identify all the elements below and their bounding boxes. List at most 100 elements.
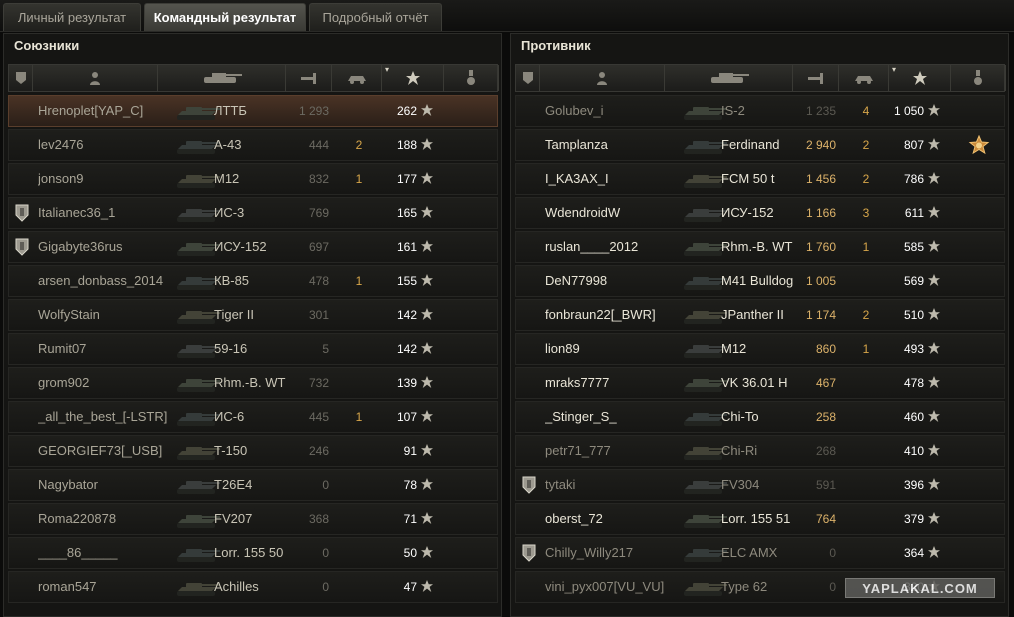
experience-star-icon	[928, 376, 940, 388]
damage-value: 697	[308, 240, 329, 254]
player-row[interactable]: Rumit07 59-16 5 142	[8, 333, 498, 365]
player-name: Nagybator	[38, 477, 98, 492]
player-row[interactable]: oberst_72 Lorr. 155 51 764 379	[515, 503, 1005, 535]
player-row[interactable]: fonbraun22[_BWR] JPanther II 1 174 2 510	[515, 299, 1005, 331]
damage-column-icon[interactable]	[793, 65, 839, 91]
experience-column-icon[interactable]	[382, 65, 444, 91]
experience-value: 165	[396, 206, 417, 220]
player-name: tytaki	[545, 477, 576, 492]
player-row[interactable]: Hrenoplet[YAP_C] ЛТТБ 1 293 262	[8, 95, 498, 127]
player-row[interactable]: roman547 Achilles 0 47	[8, 571, 498, 603]
clan-rank-icon	[522, 476, 536, 494]
player-name: DeN77998	[545, 273, 608, 288]
player-row[interactable]: Golubev_i IS-2 1 235 4 1 050	[515, 95, 1005, 127]
tab-detailed-report[interactable]: Подробный отчёт	[309, 3, 442, 31]
player-row[interactable]: arsen_donbass_2014 КВ-85 478 1 155	[8, 265, 498, 297]
player-row[interactable]: jonson9 M12 832 1 177	[8, 163, 498, 195]
experience-star-icon	[421, 512, 433, 524]
medal-column-icon[interactable]	[951, 65, 1006, 91]
player-row[interactable]: Chilly_Willy217 ELC AMX 0 364	[515, 537, 1005, 569]
player-row[interactable]: _all_the_best_[-LSTR] ИС-6 445 1 107	[8, 401, 498, 433]
player-column-icon[interactable]	[540, 65, 665, 91]
kills-column-icon[interactable]	[332, 65, 382, 91]
damage-value: 0	[322, 478, 329, 492]
player-name: ____86_____	[38, 545, 118, 560]
vehicle-column-icon[interactable]	[665, 65, 793, 91]
player-name: vini_pyx007[VU_VU]	[545, 579, 665, 594]
experience-star-icon	[928, 172, 940, 184]
player-name: Italianec36_1	[38, 205, 116, 220]
experience-star-icon	[928, 104, 940, 116]
experience-value: 161	[396, 240, 417, 254]
player-row[interactable]: lev2476 A-43 444 2 188	[8, 129, 498, 161]
experience-value: 569	[903, 274, 924, 288]
player-column-icon[interactable]	[33, 65, 158, 91]
experience-star-icon	[928, 138, 940, 150]
experience-column-icon[interactable]	[889, 65, 951, 91]
enemies-panel: Противник ▾ Golubev_i IS-2 1 235 4 1 050 Tamp…	[510, 33, 1009, 617]
player-row[interactable]: ____86_____ Lorr. 155 50 0 50	[8, 537, 498, 569]
experience-star-icon	[928, 478, 940, 490]
achievement-medal-icon[interactable]	[968, 134, 990, 157]
player-row[interactable]: Nagybator T26E4 0 78	[8, 469, 498, 501]
damage-value: 591	[815, 478, 836, 492]
experience-value: 78	[403, 478, 417, 492]
experience-star-icon	[928, 342, 940, 354]
vehicle-column-icon[interactable]	[158, 65, 286, 91]
experience-value: 262	[396, 104, 417, 118]
experience-value: 142	[396, 342, 417, 356]
experience-value: 493	[903, 342, 924, 356]
player-row[interactable]: ruslan____2012 Rhm.-B. WT 1 760 1 585	[515, 231, 1005, 263]
player-row[interactable]: petr71_777 Chi-Ri 268 410	[515, 435, 1005, 467]
rank-column-icon[interactable]	[516, 65, 540, 91]
player-row[interactable]: tytaki FV304 591 396	[515, 469, 1005, 501]
tab-personal-result[interactable]: Личный результат	[3, 3, 141, 31]
player-row[interactable]: lion89 M12 860 1 493	[515, 333, 1005, 365]
player-row[interactable]: Tamplanza Ferdinand 2 940 2 807	[515, 129, 1005, 161]
clan-rank-icon	[15, 204, 29, 222]
damage-value: 301	[308, 308, 329, 322]
damage-value: 268	[815, 444, 836, 458]
medal-column-icon[interactable]	[444, 65, 499, 91]
experience-value: 410	[903, 444, 924, 458]
player-row[interactable]: DeN77998 M41 Bulldog 1 005 569	[515, 265, 1005, 297]
tab-team-result[interactable]: Командный результат	[144, 3, 306, 31]
player-row[interactable]: GEORGIEF73[_USB] T-150 246 91	[8, 435, 498, 467]
damage-value: 0	[829, 546, 836, 560]
experience-star-icon	[928, 274, 940, 286]
damage-column-icon[interactable]	[286, 65, 332, 91]
player-row[interactable]: I_KA3AX_I FCM 50 t1 456 2 786	[515, 163, 1005, 195]
damage-value: 246	[308, 444, 329, 458]
experience-value: 510	[903, 308, 924, 322]
experience-star-icon	[421, 376, 433, 388]
experience-star-icon	[421, 308, 433, 320]
player-name: _all_the_best_[-LSTR]	[38, 409, 168, 424]
player-row[interactable]: WdendroidW ИСУ-152 1 166 3 611	[515, 197, 1005, 229]
damage-value: 732	[308, 376, 329, 390]
damage-value: 368	[308, 512, 329, 526]
player-row[interactable]: _Stinger_S_ Chi-To 258 460	[515, 401, 1005, 433]
player-name: lev2476	[38, 137, 84, 152]
experience-value: 786	[903, 172, 924, 186]
experience-value: 139	[396, 376, 417, 390]
experience-value: 188	[396, 138, 417, 152]
player-name: WdendroidW	[545, 205, 621, 220]
player-name: arsen_donbass_2014	[38, 273, 164, 288]
damage-value: 467	[815, 376, 836, 390]
player-row[interactable]: Italianec36_1 ИС-3 769 165	[8, 197, 498, 229]
tab-bar: Личный результат Командный результат Под…	[0, 0, 1014, 32]
experience-star-icon	[928, 410, 940, 422]
kills-column-icon[interactable]	[839, 65, 889, 91]
damage-value: 0	[829, 580, 836, 594]
player-row[interactable]: grom902 Rhm.-B. WT 732 139	[8, 367, 498, 399]
enemies-title: Противник	[521, 38, 591, 53]
player-row[interactable]: Gigabyte36rus ИСУ-152 697 161	[8, 231, 498, 263]
player-name: lion89	[545, 341, 580, 356]
player-row[interactable]: mraks7777 VK 36.01 H 467 478	[515, 367, 1005, 399]
damage-value: 1 005	[805, 274, 836, 288]
experience-value: 177	[396, 172, 417, 186]
player-row[interactable]: WolfyStain Tiger II 301 142	[8, 299, 498, 331]
player-row[interactable]: Roma220878 FV207 368 71	[8, 503, 498, 535]
experience-value: 396	[903, 478, 924, 492]
rank-column-icon[interactable]	[9, 65, 33, 91]
